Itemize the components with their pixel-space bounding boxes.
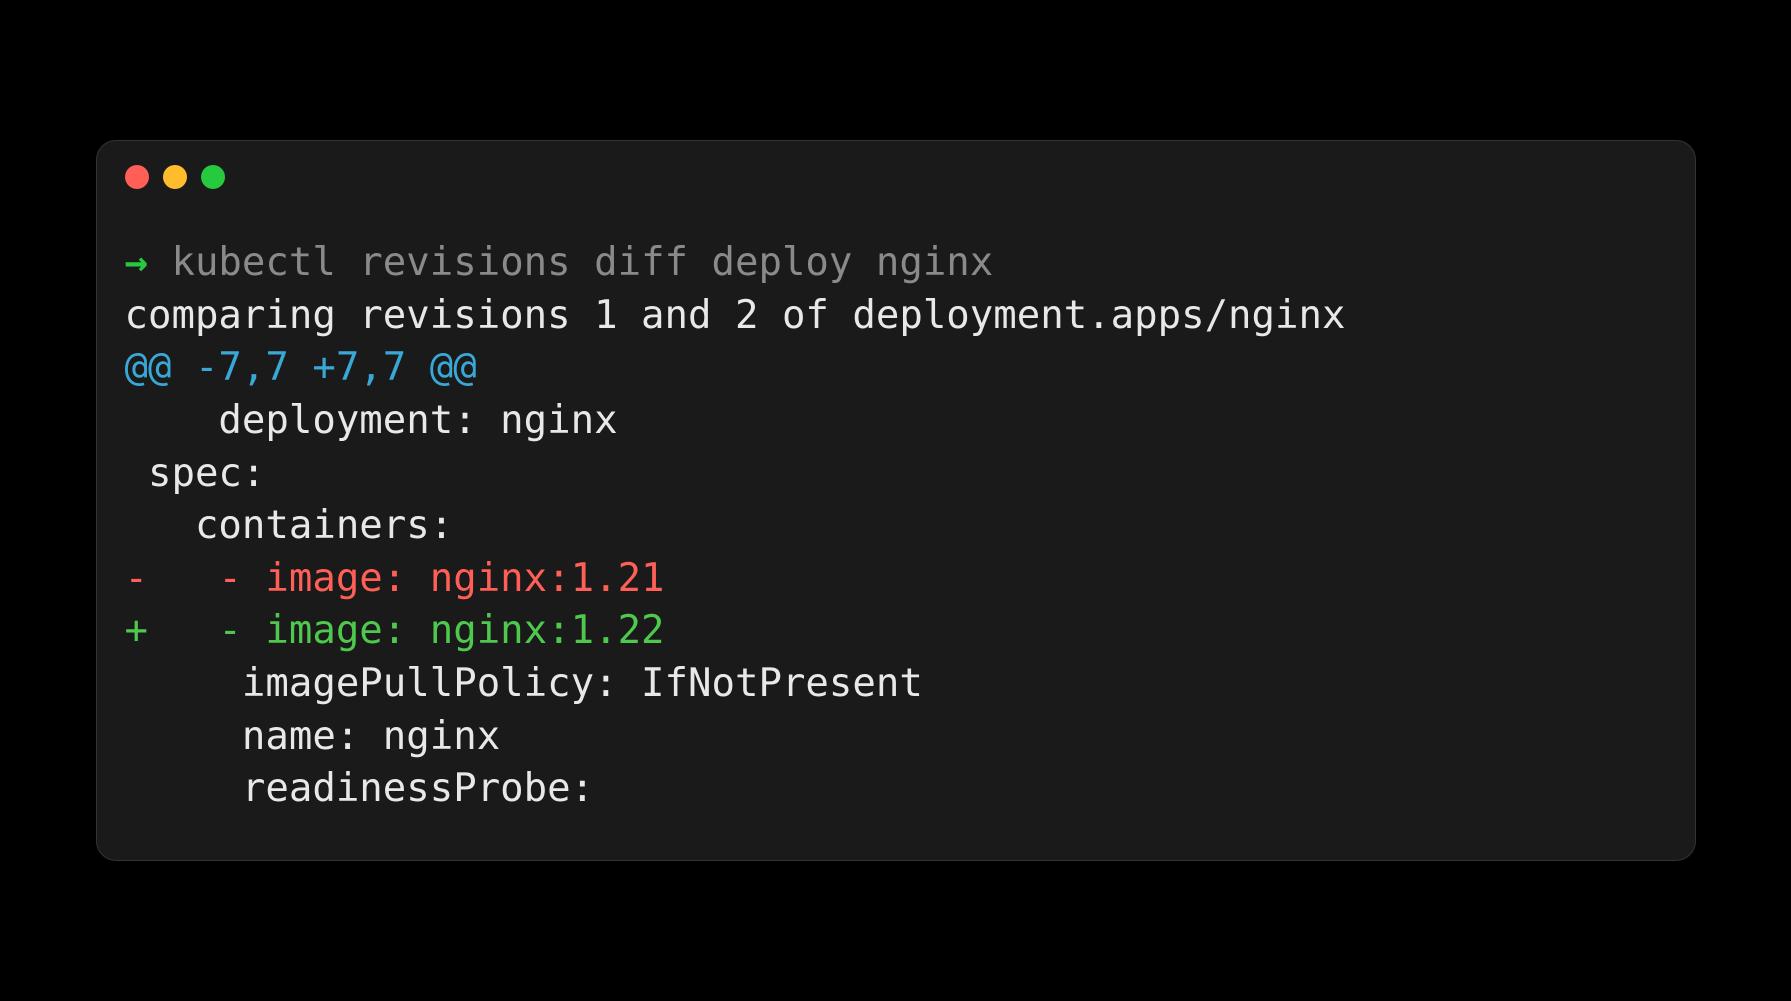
diff-hunk-header: @@ -7,7 +7,7 @@: [125, 342, 1667, 395]
diff-context: name: nginx: [125, 711, 1667, 764]
diff-context: imagePullPolicy: IfNotPresent: [125, 658, 1667, 711]
terminal-content[interactable]: → kubectl revisions diff deploy nginx co…: [97, 201, 1695, 860]
diff-context: spec:: [125, 448, 1667, 501]
close-button[interactable]: [125, 165, 149, 189]
output-line: comparing revisions 1 and 2 of deploymen…: [125, 290, 1667, 343]
diff-added-line: + - image: nginx:1.22: [125, 605, 1667, 658]
diff-context: containers:: [125, 500, 1667, 553]
diff-context: deployment: nginx: [125, 395, 1667, 448]
diff-context: readinessProbe:: [125, 763, 1667, 816]
diff-removed-line: - - image: nginx:1.21: [125, 553, 1667, 606]
prompt-arrow-icon: →: [125, 240, 148, 285]
command-text: kubectl revisions diff deploy nginx: [171, 240, 993, 285]
terminal-window: → kubectl revisions diff deploy nginx co…: [96, 140, 1696, 861]
window-titlebar: [97, 141, 1695, 201]
command-line: → kubectl revisions diff deploy nginx: [125, 237, 1667, 290]
maximize-button[interactable]: [201, 165, 225, 189]
minimize-button[interactable]: [163, 165, 187, 189]
